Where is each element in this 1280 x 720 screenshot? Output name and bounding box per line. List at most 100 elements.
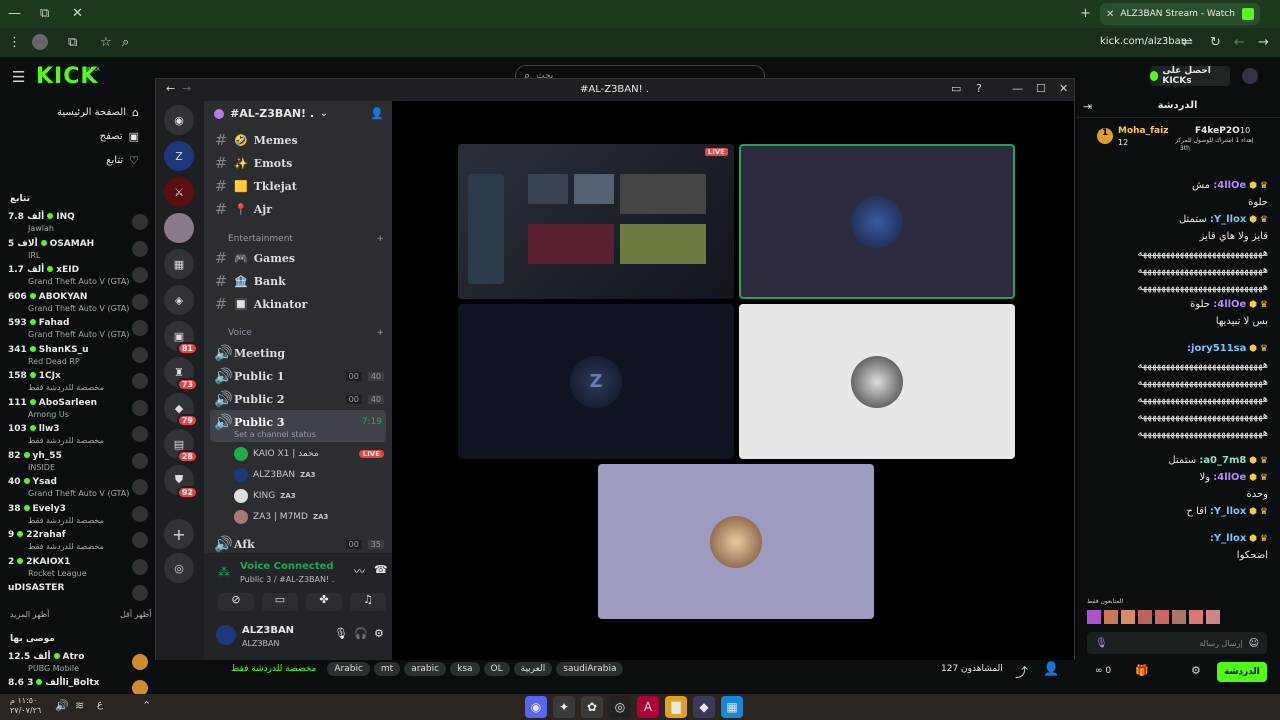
speaker-icon[interactable]: 🔊 [55,699,69,712]
participant-tile-kaio[interactable] [739,144,1015,299]
nav-browse[interactable]: ▣ تصفح [100,130,139,143]
voice-public-2[interactable]: 🔊 Public 2 00 40 [214,389,384,409]
following-channel[interactable]: 1.7 ألف xEID Grand Theft Auto V (GTA) [8,265,148,291]
server-icon[interactable]: Z [164,141,194,171]
reload-icon[interactable]: ↻ [1210,35,1221,50]
restore-icon[interactable]: ⧉ [40,6,49,21]
following-channel[interactable]: uDISASTER [8,583,148,609]
bookmark-star-icon[interactable]: ☆ [100,35,112,50]
server-icon[interactable]: ⚔ [164,177,194,207]
participant-tile-m7md[interactable] [598,464,874,619]
gear-icon[interactable]: ⚙ [374,627,384,640]
channel-status[interactable]: Set a channel status [234,430,316,439]
headphones-icon[interactable]: 🎧 [354,627,368,640]
leader-name[interactable]: F4keP2O [1195,126,1240,136]
add-channel-icon[interactable]: + [376,234,384,244]
voice-member[interactable]: KING ZA3 [234,486,384,506]
following-channel[interactable]: 9 22rahaf مخصصة للدردشة فقط [8,530,148,556]
leader-name[interactable]: Moha_faiz [1118,126,1168,136]
chat-message[interactable]: اضحكوا [1083,550,1268,561]
chat-message[interactable]: بس لا تبيديها [1083,316,1268,327]
share-screen-button[interactable]: ▭ [262,593,298,611]
add-server-icon[interactable]: + [164,519,194,549]
stream-tag[interactable]: OL [483,662,510,676]
add-member-icon[interactable]: 👤 [370,107,384,120]
chat-message[interactable]: هههههههههههههههههههههههههههه [1083,411,1268,422]
chat-message[interactable]: ♛ ⬢ 4llOe: ولا [1083,472,1269,483]
avatar[interactable] [1138,610,1152,624]
soundboard-button[interactable]: ♫ [350,593,386,611]
chat-message[interactable]: هههههههههههههههههههههههههههه [1083,360,1268,371]
participant-tile-alz3ban[interactable]: Z [458,304,734,459]
avatar[interactable] [1155,610,1169,624]
gift-icon[interactable]: 🎁 [1135,664,1149,677]
server-icon[interactable] [164,213,194,243]
following-channel[interactable]: 7.8 ألف INQ Jawlah [8,212,148,238]
recommended-channel[interactable]: 12.5 ألف Atro PUBG Mobile [8,652,148,678]
channel-akinator[interactable]: # 🔲 Akinator [214,294,384,314]
back-icon[interactable]: → [1258,35,1269,50]
server-icon[interactable]: ♜ 73 [164,357,198,391]
maximize-icon[interactable]: ☐ [1036,82,1046,95]
chat-input[interactable]: ☺ إرسال رسالة 🎙 [1087,632,1267,654]
forward-arrow-icon[interactable]: → [182,82,191,95]
discover-icon[interactable]: ◎ [164,553,194,583]
avatar[interactable] [1206,610,1220,624]
minimize-icon[interactable]: — [1012,82,1023,95]
nav-following[interactable]: ♡ تتابع [106,154,139,167]
following-channel[interactable]: 341 ShanKS_u Red Dead RP [8,345,148,371]
screen-share-tile[interactable]: LIVE [458,144,734,299]
channel-ajr[interactable]: # 📍 Ajr [214,199,384,219]
menu-dots-icon[interactable]: ⋮ [8,35,21,50]
chat-username[interactable]: jory511sa: [1187,343,1246,354]
chevron-up-icon[interactable]: ⌃ [142,699,151,712]
voice-public-3-active[interactable]: 🔊 Public 3 7:19 Set a channel status [210,410,386,442]
close-window-icon[interactable]: ✕ [72,6,83,21]
chat-message[interactable]: قايز ولا هاي قايز [1083,231,1268,242]
chat-username[interactable]: 4llOe: [1213,180,1246,191]
voice-member[interactable]: ALZ3BAN ZA3 [234,465,384,485]
server-icon[interactable]: ◈ [164,285,194,315]
active-tab[interactable]: ✕ ALZ3BAN Stream - Watch Live o [1100,3,1260,25]
url-field[interactable]: kick.com/alz3ban [1100,36,1187,47]
chat-message[interactable]: هههههههههههههههههههههههههههه [1083,377,1268,388]
following-channel[interactable]: 111 AboSarleen Among Us [8,398,148,424]
chat-message[interactable]: وحدة [1083,489,1269,500]
server-icon[interactable]: ▤ 28 [164,429,198,463]
channel-memes[interactable]: # 🤣 Memes [214,130,384,150]
chat-message[interactable]: ♛ ⬢ 4llOe: حلوة [1083,299,1268,310]
chat-username[interactable]: Y_llox: [1210,214,1246,225]
avatar[interactable] [1104,610,1118,624]
following-channel[interactable]: 158 1CJx مخصصة للدردشة فقط [8,371,148,397]
app-icon[interactable]: ◆ [693,696,715,718]
disconnect-icon[interactable]: ☎ [374,563,388,576]
chat-message[interactable]: هههههههههههههههههههههههههههه [1083,248,1268,259]
forward-icon[interactable]: ← [1234,35,1245,50]
chat-message[interactable]: هههههههههههههههههههههههههههه [1083,394,1268,405]
extensions-icon[interactable]: ⧉ [68,35,77,50]
discord-home-icon[interactable]: ◉ [164,105,194,135]
following-channel[interactable]: 38 Evely3 مخصصة للدردشة فقط [8,504,148,530]
avatar[interactable] [1087,610,1101,624]
chat-username[interactable]: 4llOe: [1213,472,1246,483]
search-icon[interactable]: ⌕ [122,35,129,50]
app-icon[interactable]: ✦ [553,696,575,718]
chat-username[interactable]: a0_7m8: [1199,455,1246,466]
following-channel[interactable]: 593 Fahad Grand Theft Auto V (GTA) [8,318,148,344]
app-icon[interactable]: A [637,696,659,718]
chat-username[interactable]: Y_llox: [1210,533,1246,544]
voice-member[interactable]: ZA3 | M7MD ZA3 [234,507,384,527]
server-header[interactable]: #AL-Z3BAN! . ⌄ 👤 [214,107,384,120]
show-less-link[interactable]: أظهر أقل [120,610,151,619]
avatar[interactable] [216,625,236,645]
chat-message[interactable]: ♛ ⬢ Y_llox: ستمتل [1083,214,1268,225]
file-explorer-icon[interactable]: ▇ [665,696,687,718]
voice-connected-label[interactable]: Voice Connected [240,561,334,572]
profile-icon[interactable]: 👤 [1043,662,1059,677]
inbox-icon[interactable]: ▭ [951,82,961,95]
voice-public-1[interactable]: 🔊 Public 1 00 40 [214,366,384,386]
category-entertainment[interactable]: Entertainment + [214,229,384,249]
participant-tile-king[interactable] [739,304,1015,459]
noise-suppression-icon[interactable]: 〰 [354,563,365,579]
discord-app-icon[interactable]: ◉ [525,696,547,718]
